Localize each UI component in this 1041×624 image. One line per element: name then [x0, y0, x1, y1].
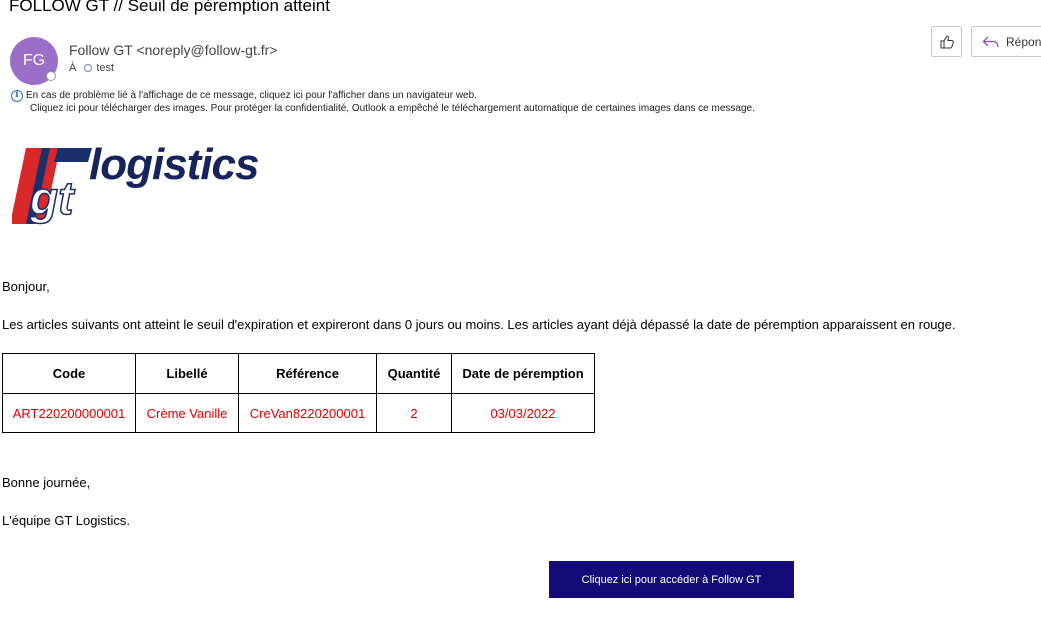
header-quantite: Quantité [376, 353, 452, 394]
header-libelle: Libellé [135, 353, 239, 394]
cell-date-peremption: 03/03/2022 [451, 393, 595, 433]
presence-status-icon [46, 71, 56, 81]
sender-address[interactable]: Follow GT <noreply@follow-gt.fr> [69, 42, 277, 58]
table-header-row: Code Libellé Référence Quantité Date de … [2, 353, 595, 394]
like-button[interactable] [931, 26, 962, 57]
to-label: À [69, 62, 77, 74]
cell-libelle: Crème Vanille [135, 393, 239, 433]
recipient-name[interactable]: test [96, 62, 114, 74]
expired-items-table: Code Libellé Référence Quantité Date de … [2, 353, 595, 433]
signature-text: L'équipe GT Logistics. [2, 513, 130, 528]
info-bar: i En cas de problème lié à l'affichage d… [11, 89, 755, 115]
recipient-status-icon [84, 64, 93, 72]
reply-arrow-icon [982, 36, 999, 47]
header-date-peremption: Date de péremption [451, 353, 595, 394]
info-images-link[interactable]: Cliquez ici pour télécharger des images.… [11, 102, 755, 115]
info-browser-link[interactable]: En cas de problème lié à l'affichage de … [26, 89, 477, 102]
reply-button[interactable]: Répon [971, 26, 1041, 57]
recipient-line: À test [69, 62, 114, 74]
header-reference: Référence [238, 353, 377, 394]
cell-quantite: 2 [376, 393, 452, 433]
thumbs-up-icon [940, 34, 954, 48]
cell-code: ART220200000001 [2, 393, 136, 433]
greeting: Bonjour, [2, 279, 50, 294]
gt-logistics-logo: gt logistics [12, 140, 259, 228]
logo-wordmark: logistics [89, 140, 259, 189]
email-subject: FOLLOW GT // Seuil de péremption atteint [9, 0, 330, 15]
cell-reference: CreVan8220200001 [238, 393, 377, 433]
follow-gt-button[interactable]: Cliquez ici pour accéder à Follow GT [549, 561, 794, 598]
info-icon: i [11, 89, 23, 102]
closing-text: Bonne journée, [2, 475, 91, 490]
reply-label: Répon [1006, 34, 1041, 49]
table-row: ART220200000001 Crème Vanille CreVan8220… [2, 393, 595, 433]
intro-text: Les articles suivants ont atteint le seu… [2, 317, 956, 332]
header-code: Code [2, 353, 136, 394]
svg-text:gt: gt [29, 172, 75, 224]
